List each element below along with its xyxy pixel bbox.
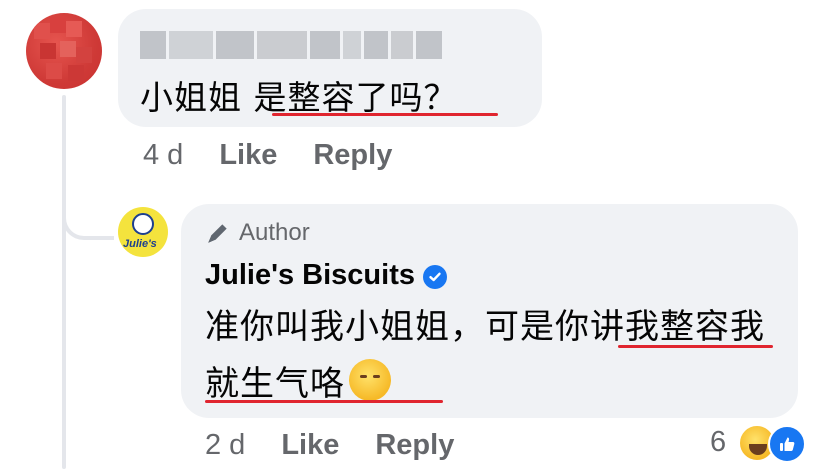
face-with-steam-emoji-icon (349, 359, 391, 401)
red-underline-annotation (272, 113, 498, 116)
thread-branch-connector (62, 200, 114, 240)
reply-button[interactable]: Reply (313, 139, 392, 172)
comment-bubble: 小姐姐 是整容了吗？ (118, 9, 542, 127)
reply-actions: 2 d Like Reply (205, 429, 454, 462)
red-underline-annotation (205, 400, 443, 403)
comment-text: 小姐姐 是整容了吗？ (140, 78, 458, 117)
pencil-icon (208, 224, 227, 243)
like-button[interactable]: Like (219, 139, 277, 172)
reply-bubble: Author Julie's Biscuits 准你叫我小姐姐，可是你讲我整容我… (181, 204, 798, 418)
reaction-summary[interactable] (738, 424, 808, 464)
author-badge: Author (205, 219, 310, 247)
reply-timestamp[interactable]: 2 d (205, 429, 245, 462)
author-label: Author (239, 219, 310, 246)
like-button[interactable]: Like (281, 429, 339, 462)
thread-line (62, 95, 66, 469)
mascot-icon (132, 213, 154, 235)
commenter-name-blurred[interactable] (140, 31, 442, 59)
julies-biscuits-avatar[interactable]: Julie's (118, 207, 168, 257)
reply-text: 准你叫我小姐姐，可是你讲我整容我就生气咯 (205, 307, 765, 404)
comment-timestamp[interactable]: 4 d (143, 139, 183, 172)
avatar-logo-text: Julie's (123, 238, 157, 250)
reply-text-block: 准你叫我小姐姐，可是你讲我整容我就生气咯 (205, 299, 790, 413)
commenter-avatar-blurred[interactable] (26, 13, 102, 89)
page-name-link[interactable]: Julie's Biscuits (205, 259, 415, 292)
reply-button[interactable]: Reply (375, 429, 454, 462)
like-icon (768, 425, 806, 463)
reaction-count[interactable]: 6 (710, 426, 726, 459)
verified-badge-icon (422, 264, 447, 289)
red-underline-annotation (618, 345, 773, 348)
comment-actions: 4 d Like Reply (143, 139, 392, 172)
